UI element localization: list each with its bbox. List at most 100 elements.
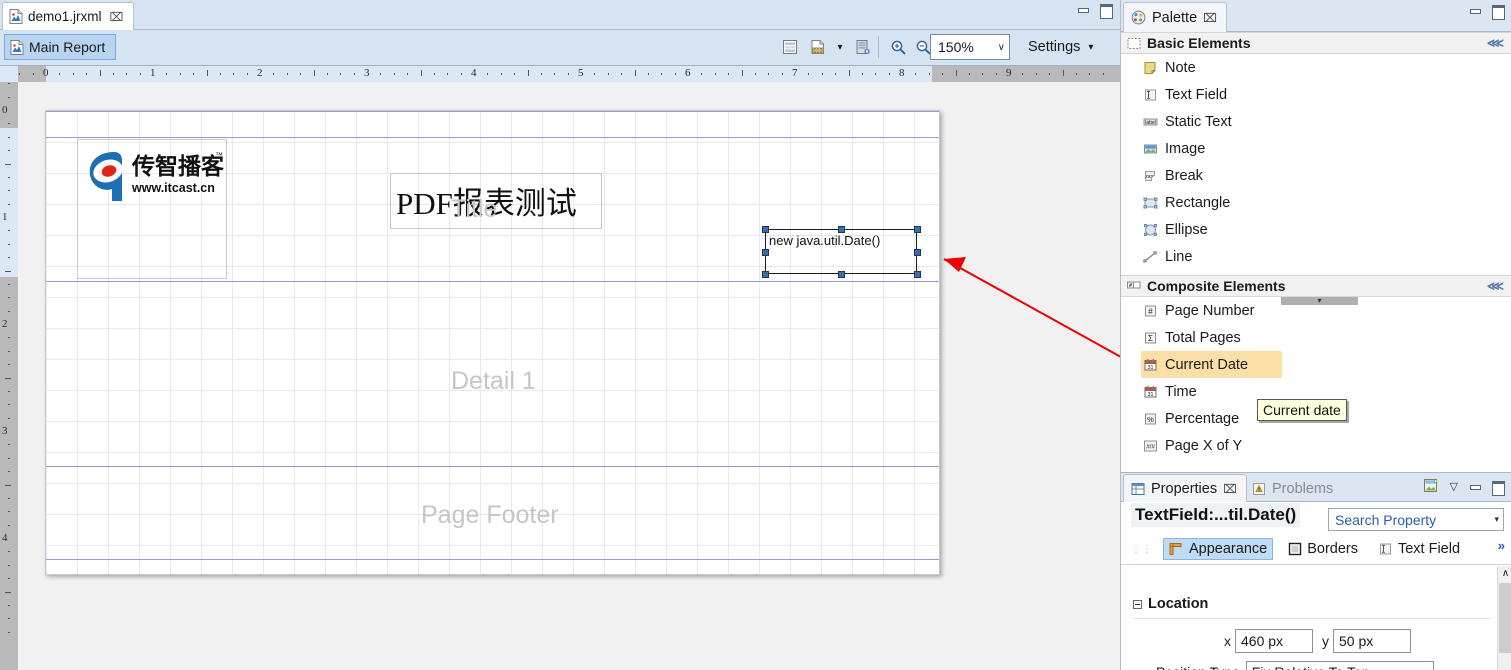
minimize-icon[interactable] xyxy=(1468,481,1481,492)
collapse-icon[interactable]: ⋘ xyxy=(1487,36,1504,50)
resize-handle-nw[interactable] xyxy=(762,226,769,233)
band-separator-footer-end[interactable] xyxy=(46,559,939,560)
properties-scrollbar[interactable]: ∧ xyxy=(1497,566,1511,670)
resize-handle-w[interactable] xyxy=(762,249,769,256)
tab-palette[interactable]: Palette ⌧ xyxy=(1123,2,1227,32)
search-property-input[interactable]: Search Property ▾ xyxy=(1328,508,1504,531)
ruler-tick xyxy=(621,73,622,75)
resize-handle-sw[interactable] xyxy=(762,271,769,278)
properties-section-location[interactable]: Location xyxy=(1133,596,1208,612)
collapse-section-icon[interactable] xyxy=(1133,599,1142,609)
palette-group-composite-elements[interactable]: # Composite Elements ⋘ xyxy=(1121,275,1511,297)
palette-item-rectangle[interactable]: Rectangle xyxy=(1121,189,1511,216)
search-property-value: Search Property xyxy=(1335,511,1437,528)
dataset-button[interactable] xyxy=(778,35,802,59)
close-icon[interactable]: ⌧ xyxy=(110,10,124,24)
ruler-tick xyxy=(568,73,569,75)
ruler-tick xyxy=(541,73,542,75)
subtab-text-field[interactable]: Text Field xyxy=(1373,539,1465,559)
palette-item-current-date[interactable]: 31 Current Date xyxy=(1141,351,1282,378)
position-type-combobox[interactable]: Fix Relative To Top ▾ xyxy=(1245,661,1434,670)
settings-button[interactable]: Settings ▾ xyxy=(1022,35,1099,59)
resize-handle-e[interactable] xyxy=(914,249,921,256)
vertical-ruler[interactable]: 0 1 2 3 4 xyxy=(0,82,18,670)
ruler-tick xyxy=(73,73,74,75)
zoom-in-button[interactable] xyxy=(886,35,910,59)
x-input[interactable]: 460 px xyxy=(1235,629,1313,653)
svg-text:label: label xyxy=(1145,119,1156,125)
palette-item-time-label: Time xyxy=(1165,383,1197,400)
y-input[interactable]: 50 px xyxy=(1333,629,1411,653)
resize-handle-ne[interactable] xyxy=(914,226,921,233)
preview-button[interactable] xyxy=(851,35,875,59)
palette-item-break[interactable]: Break xyxy=(1121,162,1511,189)
ruler-tick xyxy=(8,471,10,472)
band-separator-detail-end[interactable] xyxy=(46,466,939,467)
close-icon[interactable]: ⌧ xyxy=(1203,11,1217,25)
maximize-icon[interactable] xyxy=(1099,4,1113,19)
scroll-up-icon[interactable]: ∧ xyxy=(1498,566,1511,581)
scrollbar-thumb[interactable] xyxy=(1499,583,1511,653)
palette-item-ellipse[interactable]: Ellipse xyxy=(1121,216,1511,243)
report-page-sheet[interactable]: 传智播客 ™ www.itcast.cn PDF报表测试 Title Detai… xyxy=(45,110,940,575)
resize-handle-se[interactable] xyxy=(914,271,921,278)
ruler-tick xyxy=(5,271,11,272)
collapse-icon[interactable]: ⋘ xyxy=(1487,279,1504,293)
subtab-appearance[interactable]: Appearance xyxy=(1163,538,1274,560)
band-separator-title-end[interactable] xyxy=(46,281,939,282)
minimize-icon[interactable] xyxy=(1076,4,1089,15)
itcast-logo: 传智播客 ™ www.itcast.cn xyxy=(84,144,225,204)
resize-handle-n[interactable] xyxy=(838,226,845,233)
note-icon xyxy=(1143,61,1158,75)
canvas-element-logo[interactable]: 传智播客 ™ www.itcast.cn xyxy=(77,139,227,279)
palette-item-page-x-of-y[interactable]: #/# Page X of Y xyxy=(1121,432,1511,459)
horizontal-ruler[interactable]: 0 1 2 3 4 5 6 7 8 9 xyxy=(0,66,1120,82)
palette-item-image[interactable]: Image xyxy=(1121,135,1511,162)
ruler-tick xyxy=(207,70,208,76)
editor-window-buttons xyxy=(1076,4,1113,19)
close-icon[interactable]: ⌧ xyxy=(1223,482,1237,496)
tab-problems[interactable]: Problems xyxy=(1245,474,1342,503)
tab-main-report[interactable]: Main Report xyxy=(4,34,117,60)
ruler-tick xyxy=(340,73,341,75)
ruler-tick xyxy=(501,73,502,75)
palette-group-composite-elements-label: Composite Elements xyxy=(1147,278,1286,294)
appearance-icon xyxy=(1169,542,1184,556)
report-design-canvas[interactable]: 传智播客 ™ www.itcast.cn PDF报表测试 Title Detai… xyxy=(18,82,1120,670)
band-separator-title-start[interactable] xyxy=(46,137,939,138)
ruler-tick xyxy=(8,97,10,98)
drag-handle-icon[interactable]: ⋮⋮ xyxy=(1131,544,1153,555)
new-view-icon[interactable] xyxy=(1423,478,1440,494)
palette-item-line[interactable]: Line xyxy=(1121,243,1511,270)
palette-item-note[interactable]: Note xyxy=(1121,54,1511,81)
zoom-level-combobox[interactable]: 150% ∨ xyxy=(930,34,1010,60)
preview-icon xyxy=(854,38,872,56)
properties-icon xyxy=(1131,482,1145,496)
maximize-icon[interactable] xyxy=(1491,5,1505,20)
chevron-down-icon: ▾ xyxy=(1088,41,1094,53)
palette-item-page-number[interactable]: # Page Number xyxy=(1121,297,1511,324)
more-subtabs-button[interactable]: » xyxy=(1498,538,1505,553)
subtab-borders-label: Borders xyxy=(1307,541,1358,557)
tab-properties[interactable]: Properties ⌧ xyxy=(1123,474,1247,503)
minimize-icon[interactable] xyxy=(1468,5,1481,16)
compile-button[interactable]: 010 xyxy=(806,35,830,59)
ruler-tick xyxy=(755,73,756,75)
canvas-element-current-date-field[interactable]: new java.util.Date() xyxy=(762,226,921,278)
chevron-down-icon: ▾ xyxy=(1494,514,1499,524)
properties-body: TextField:...til.Date() Search Property … xyxy=(1121,502,1511,670)
ruler-tick xyxy=(33,73,34,75)
svg-text:31: 31 xyxy=(1148,365,1154,371)
resize-handle-s[interactable] xyxy=(838,271,845,278)
palette-item-static-text[interactable]: label Static Text xyxy=(1121,108,1511,135)
palette-group-basic-elements[interactable]: Basic Elements ⋘ xyxy=(1121,32,1511,54)
maximize-icon[interactable] xyxy=(1491,480,1505,496)
band-label-page-footer: Page Footer xyxy=(421,501,559,529)
palette-item-text-field[interactable]: Text Field xyxy=(1121,81,1511,108)
compile-dropdown-button[interactable]: ▾ xyxy=(828,35,852,59)
view-menu-icon[interactable]: ▽ xyxy=(1450,480,1458,493)
subtab-borders[interactable]: Borders xyxy=(1283,539,1363,559)
ruler-tick xyxy=(835,73,836,75)
palette-item-total-pages[interactable]: Σ Total Pages xyxy=(1121,324,1511,351)
editor-tab-demo1-jrxml[interactable]: demo1.jrxml ⌧ xyxy=(2,2,135,30)
